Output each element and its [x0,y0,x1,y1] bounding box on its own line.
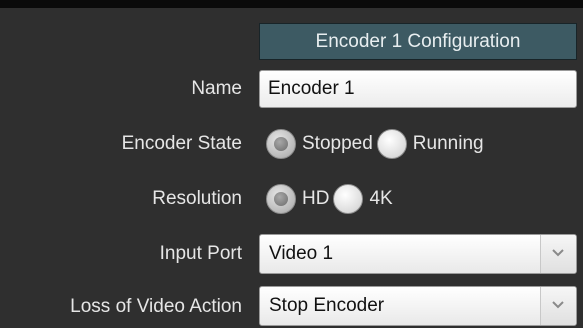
top-border [0,0,583,8]
encoder-state-radio-group: Stopped Running [266,127,488,161]
loss-action-label: Loss of Video Action [70,296,242,317]
loss-action-dropdown-button[interactable] [540,287,576,325]
chevron-down-icon [552,249,564,257]
encoder-config-panel: Encoder 1 Configuration Name Encoder Sta… [0,0,583,328]
config-title: Encoder 1 Configuration [259,23,577,60]
resolution-hd-radio[interactable] [266,184,296,214]
resolution-4k-label: 4K [369,188,393,209]
name-label: Name [191,78,242,99]
resolution-4k-radio[interactable] [333,184,364,214]
resolution-hd-label: HD [302,188,330,209]
chevron-down-icon [552,301,564,309]
input-port-select[interactable]: Video 1 [259,234,577,274]
input-port-value: Video 1 [269,243,334,264]
encoder-state-running-radio[interactable] [376,129,407,159]
encoder-state-stopped-radio[interactable] [266,129,296,159]
loss-action-select[interactable]: Stop Encoder [259,286,577,326]
encoder-state-stopped-label: Stopped [302,133,373,154]
encoder-state-running-label: Running [412,133,484,154]
encoder-state-label: Encoder State [121,133,242,154]
name-input[interactable] [259,70,577,108]
resolution-label: Resolution [152,188,242,209]
input-port-label: Input Port [159,243,242,264]
loss-action-value: Stop Encoder [269,295,385,316]
input-port-dropdown-button[interactable] [540,235,576,273]
resolution-radio-group: HD 4K [266,182,397,216]
